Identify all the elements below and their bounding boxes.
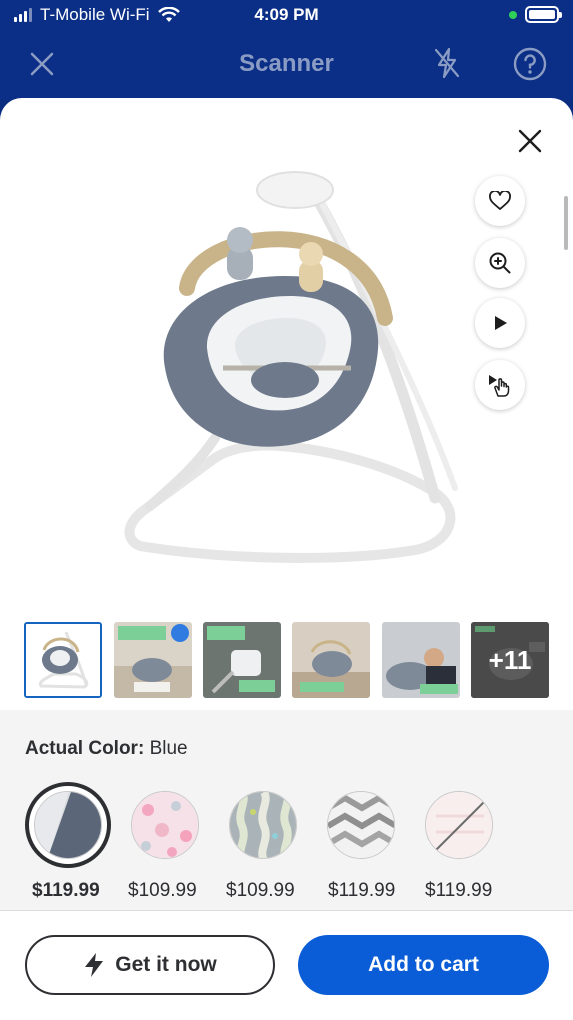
thumbnail-1[interactable] — [24, 622, 102, 698]
get-it-now-label: Get it now — [115, 953, 217, 976]
nav-bar: Scanner — [0, 32, 573, 100]
swatch-unavailable[interactable] — [425, 791, 493, 859]
swatch-price: $119.99 — [32, 880, 100, 901]
swatch-gray-pattern[interactable] — [229, 791, 297, 859]
zoom-in-icon — [489, 252, 511, 274]
thumbnail-4[interactable] — [292, 622, 370, 698]
camera-indicator-icon — [509, 10, 517, 19]
close-icon[interactable] — [517, 128, 543, 154]
play-hand-icon — [489, 375, 510, 397]
thumbnail-3[interactable] — [203, 622, 281, 698]
status-bar: T-Mobile Wi-Fi 4:09 PM — [0, 0, 573, 32]
more-images-count: +11 — [488, 644, 532, 675]
status-time: 4:09 PM — [254, 5, 319, 24]
help-icon[interactable] — [513, 47, 547, 81]
thumbnail-image — [114, 622, 192, 698]
color-section: Actual Color: Blue $119.99 $109.99 $109.… — [0, 710, 573, 910]
zoom-button[interactable] — [475, 238, 525, 288]
get-it-now-button[interactable]: Get it now — [25, 935, 275, 995]
product-sheet: +11 Actual Color: Blue $119.99 $109.99 $… — [0, 98, 573, 1020]
actual-color-label: Actual Color: — [25, 738, 145, 759]
swatch-blue[interactable] — [34, 791, 102, 859]
swatch-price: $109.99 — [226, 880, 295, 901]
interactive-view-button[interactable] — [475, 360, 525, 410]
thumbnail-more[interactable]: +11 — [471, 622, 549, 698]
swatch-item[interactable]: $109.99 — [226, 782, 319, 912]
swatch-item[interactable]: $119.99 — [425, 782, 515, 912]
lightning-icon — [85, 953, 104, 977]
actual-color-value: Blue — [149, 738, 188, 759]
scroll-indicator[interactable] — [564, 196, 568, 250]
selected-swatch-ring — [25, 782, 111, 868]
thumbnail-5[interactable] — [382, 622, 460, 698]
actual-color: Actual Color: Blue — [25, 738, 188, 760]
add-to-cart-button[interactable]: Add to cart — [298, 935, 549, 995]
bottom-action-bar: Get it now Add to cart — [0, 910, 573, 1020]
thumbnail-2[interactable] — [114, 622, 192, 698]
thumbnail-image — [26, 624, 100, 696]
thumbnail-image — [292, 622, 370, 698]
swatch-gray-chevron[interactable] — [327, 791, 395, 859]
play-video-button[interactable] — [475, 298, 525, 348]
flash-off-icon[interactable] — [432, 46, 462, 80]
swatch-item[interactable]: $109.99 — [128, 782, 221, 912]
swatch-price: $119.99 — [328, 880, 396, 901]
favorite-button[interactable] — [475, 176, 525, 226]
product-image — [124, 171, 458, 563]
swatch-price: $109.99 — [128, 880, 197, 901]
swatch-item[interactable]: $119.99 — [25, 782, 115, 912]
page-title: Scanner — [239, 50, 334, 77]
thumbnail-image — [203, 622, 281, 698]
heart-icon — [489, 191, 511, 210]
swatch-price: $119.99 — [425, 880, 493, 901]
swatch-pink[interactable] — [131, 791, 199, 859]
thumbnail-strip: +11 — [24, 622, 554, 700]
play-icon — [495, 316, 507, 330]
swatch-item[interactable]: $119.99 — [327, 782, 417, 912]
add-to-cart-label: Add to cart — [368, 953, 479, 976]
status-right — [509, 6, 562, 23]
battery-icon — [525, 6, 562, 23]
thumbnail-image — [382, 622, 460, 698]
